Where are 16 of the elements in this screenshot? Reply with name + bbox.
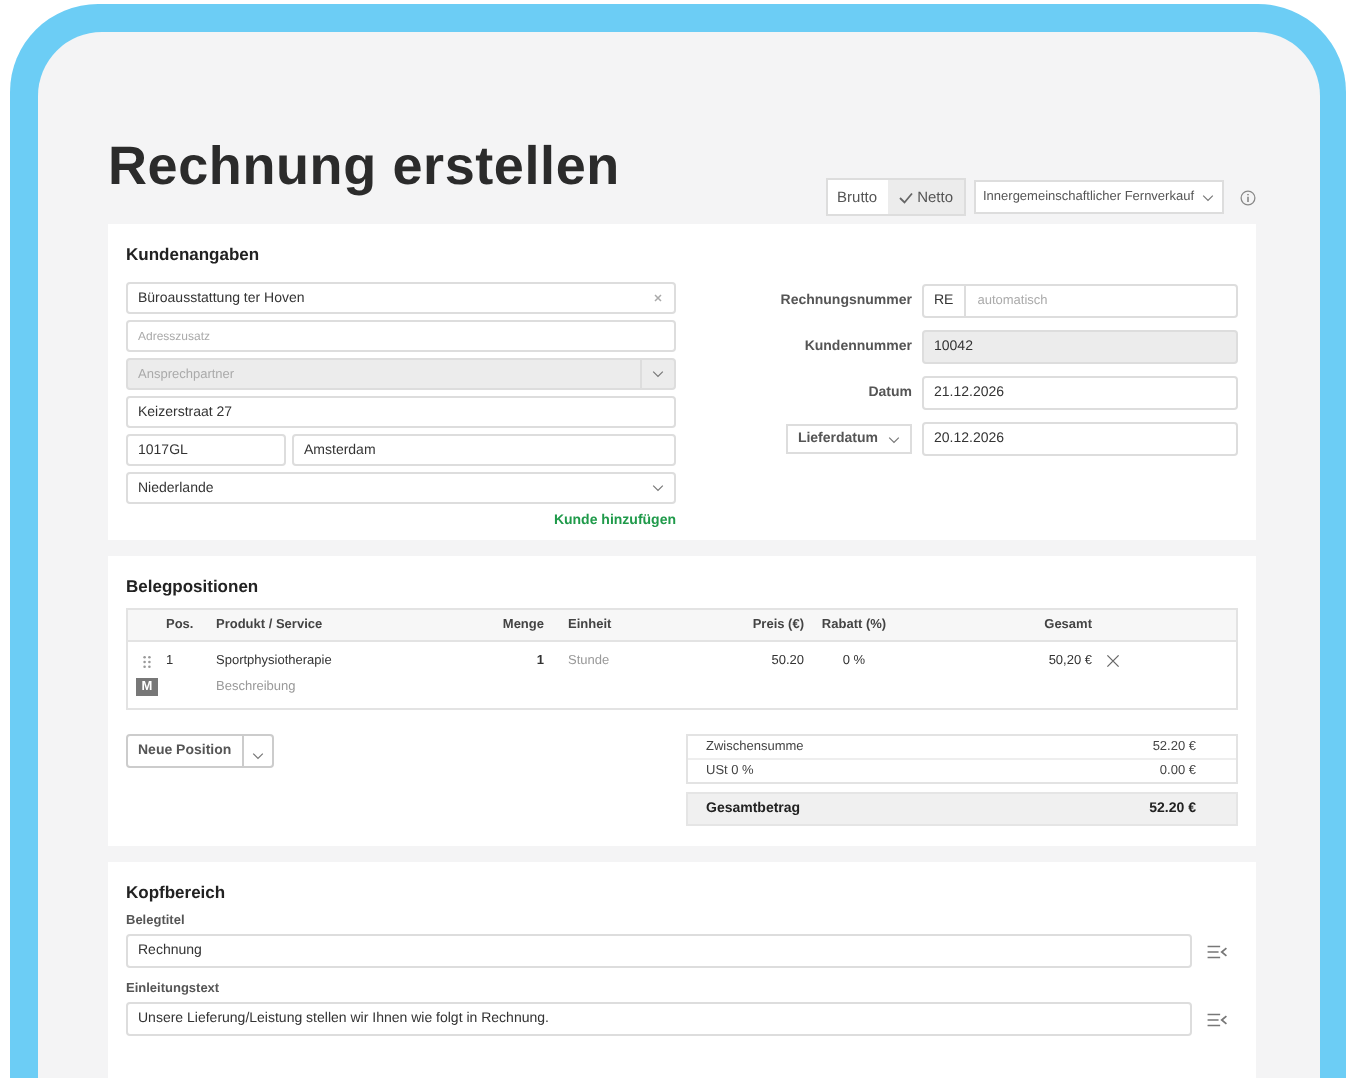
page-title: Rechnung erstellen xyxy=(108,134,620,200)
chevron-down-icon xyxy=(1202,193,1214,201)
clear-icon[interactable] xyxy=(652,292,664,304)
text-template-icon[interactable] xyxy=(1206,943,1228,959)
chevron-down-icon xyxy=(888,435,900,443)
drag-handle-icon[interactable] xyxy=(142,653,152,669)
section-heading: Kopfbereich xyxy=(126,882,228,902)
section-heading: Kundenangaben xyxy=(126,244,262,264)
close-icon[interactable] xyxy=(1105,654,1119,668)
chevron-down-icon xyxy=(652,370,664,378)
chevron-down-icon xyxy=(251,752,264,760)
section-heading: Belegpositionen xyxy=(126,576,261,596)
check-icon xyxy=(897,191,914,203)
info-icon[interactable] xyxy=(1240,189,1256,205)
chevron-down-icon xyxy=(652,484,664,492)
text-template-icon[interactable] xyxy=(1206,1011,1228,1027)
